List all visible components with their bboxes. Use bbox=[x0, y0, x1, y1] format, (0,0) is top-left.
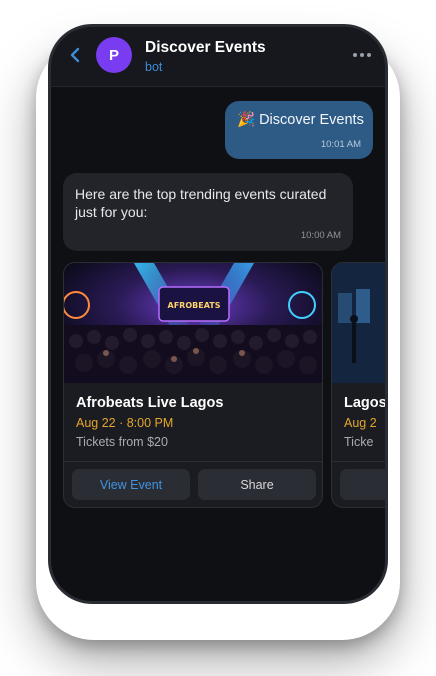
card-divider bbox=[332, 461, 385, 462]
message-text: Here are the top trending events curated… bbox=[75, 186, 327, 220]
event-title: Lagos bbox=[344, 395, 387, 411]
event-date: Aug 2 bbox=[344, 416, 377, 430]
message-time: 10:01 AM bbox=[320, 139, 361, 150]
card-divider bbox=[64, 461, 322, 462]
event-image: AFROBEATS bbox=[64, 263, 322, 383]
chevron-left-icon bbox=[70, 47, 80, 63]
outgoing-message: 🎉 Discover Events 10:01 AM bbox=[225, 101, 373, 159]
message-time: 10:00 AM bbox=[300, 230, 341, 241]
chat-title: Discover Events bbox=[145, 39, 266, 56]
more-horizontal-icon bbox=[353, 53, 357, 57]
chat-subtitle: bot bbox=[145, 60, 163, 74]
view-event-button[interactable]: View Event bbox=[72, 469, 190, 500]
event-card[interactable]: Lagos Aug 2 Ticke bbox=[331, 262, 387, 508]
event-title: Afrobeats Live Lagos bbox=[76, 395, 224, 411]
phone-frame: P Discover Events bot 🎉 Discover Events … bbox=[48, 24, 388, 604]
event-card[interactable]: AFROBEATS Afrobeats Live Lagos Aug 22 · … bbox=[63, 262, 323, 508]
event-carousel[interactable]: AFROBEATS Afrobeats Live Lagos Aug 22 · … bbox=[63, 262, 385, 508]
view-event-button[interactable] bbox=[340, 469, 385, 500]
share-button[interactable]: Share bbox=[198, 469, 316, 500]
avatar[interactable]: P bbox=[96, 37, 132, 73]
event-price: Tickets from $20 bbox=[76, 435, 168, 449]
message-text: 🎉 Discover Events bbox=[237, 112, 364, 128]
back-button[interactable] bbox=[65, 43, 85, 67]
more-options-button[interactable] bbox=[351, 45, 373, 65]
event-date: Aug 22 · 8:00 PM bbox=[76, 416, 174, 430]
chat-header: P Discover Events bot bbox=[51, 27, 385, 87]
stage-sign-text: AFROBEATS bbox=[168, 301, 221, 310]
event-image bbox=[332, 263, 385, 383]
incoming-message: Here are the top trending events curated… bbox=[63, 173, 353, 251]
event-price: Ticke bbox=[344, 435, 374, 449]
